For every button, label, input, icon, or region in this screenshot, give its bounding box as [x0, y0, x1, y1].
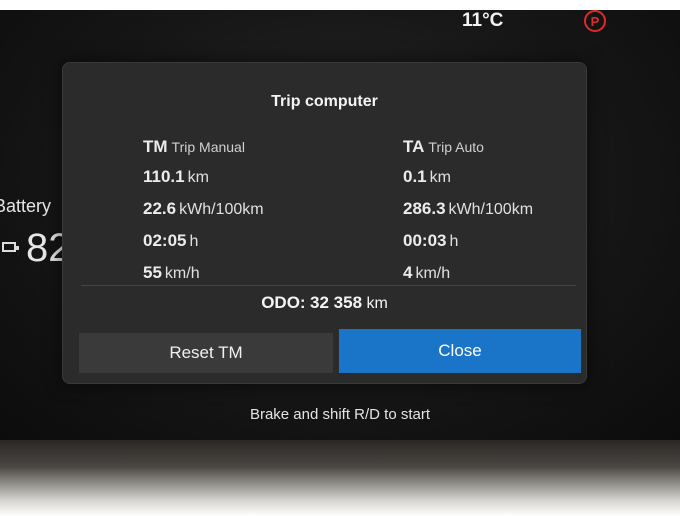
avg-speed-value: 55: [143, 263, 162, 282]
trip-auto-header: TA Trip Auto: [403, 137, 533, 157]
odometer-value: 32 358: [310, 293, 363, 312]
divider: [81, 285, 576, 286]
odometer-unit: km: [366, 295, 388, 312]
trip-manual-time: 02:05 h: [143, 230, 264, 253]
time-unit: h: [189, 233, 199, 250]
battery-label: Battery: [0, 196, 52, 216]
instrument-cluster-screen: 11°C P Battery 82 Trip computer TM Trip M…: [0, 10, 680, 440]
trip-auto-column: TA Trip Auto 0.1 km 286.3 kWh/100km 00:03 h …: [403, 137, 533, 285]
distance-unit: km: [429, 169, 451, 186]
outside-temperature: 11°C: [462, 10, 504, 31]
parking-brake-icon: P: [584, 10, 606, 32]
trip-auto-avg-speed: 4 km/h: [403, 262, 533, 285]
distance-value: 110.1: [143, 167, 185, 186]
close-button[interactable]: Close: [339, 329, 581, 373]
consumption-value: 286.3: [403, 199, 446, 218]
trip-auto-distance: 0.1 km: [403, 166, 533, 189]
odometer: ODO: 32 358 km: [63, 293, 586, 313]
consumption-unit: kWh/100km: [448, 201, 534, 218]
reset-tm-button[interactable]: Reset TM: [79, 333, 333, 373]
trip-auto-name: Trip Auto: [428, 139, 484, 155]
trip-manual-name: Trip Manual: [171, 139, 245, 155]
start-hint: Brake and shift R/D to start: [249, 406, 431, 423]
time-value: 02:05: [143, 231, 187, 250]
parking-brake-symbol: P: [590, 13, 600, 29]
trip-auto-time: 00:03 h: [403, 230, 533, 253]
consumption-unit: kWh/100km: [179, 201, 264, 218]
avg-speed-value: 4: [403, 263, 413, 282]
dialog-title: Trip computer: [271, 93, 378, 110]
trip-auto-consumption: 286.3 kWh/100km: [403, 198, 533, 221]
trip-manual-distance: 110.1 km: [143, 166, 264, 189]
avg-speed-unit: km/h: [415, 265, 451, 282]
battery-icon: [2, 242, 19, 252]
trip-manual-code: TM: [143, 137, 168, 156]
distance-unit: km: [187, 169, 209, 186]
odometer-label: ODO:: [261, 293, 306, 312]
trip-manual-consumption: 22.6 kWh/100km: [143, 198, 264, 221]
trip-manual-header: TM Trip Manual: [143, 137, 264, 157]
consumption-value: 22.6: [143, 199, 177, 218]
time-unit: h: [449, 233, 459, 250]
trip-auto-code: TA: [403, 137, 425, 156]
trip-manual-avg-speed: 55 km/h: [143, 262, 264, 285]
time-value: 00:03: [403, 231, 447, 250]
trip-computer-dialog: Trip computer TM Trip Manual 110.1 km 22.6…: [62, 62, 587, 384]
dashboard-bezel: [0, 440, 680, 516]
trip-manual-column: TM Trip Manual 110.1 km 22.6 kWh/100km 02:0…: [143, 137, 264, 285]
distance-value: 0.1: [403, 167, 427, 186]
avg-speed-unit: km/h: [164, 265, 200, 282]
